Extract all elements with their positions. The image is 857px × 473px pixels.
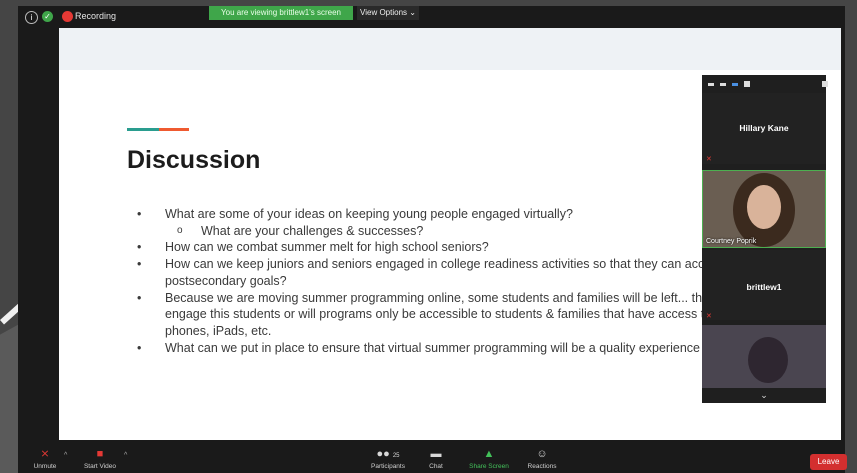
- share-screen-button[interactable]: ▲ Share Screen: [466, 448, 512, 470]
- meeting-controls: ⨯ Unmute ^ ■ Start Video ^ ●● 25 Partici…: [18, 446, 847, 473]
- muted-mic-icon: ✕: [706, 156, 712, 163]
- video-panel: Hillary Kane ✕ Courtney Poprik brittlew1…: [702, 75, 828, 403]
- shield-icon[interactable]: ✓: [42, 11, 53, 22]
- participant-face: [748, 337, 788, 383]
- participant-video-tile[interactable]: Courtney Poprik: [702, 170, 826, 248]
- mic-muted-icon: ⨯: [40, 448, 50, 460]
- participants-label: Participants: [371, 463, 405, 470]
- video-off-icon: ■: [96, 448, 104, 460]
- view-options-button[interactable]: View Options ⌄: [357, 6, 419, 20]
- slide-header-band: [59, 28, 841, 70]
- info-icon[interactable]: i: [25, 11, 38, 24]
- chat-button[interactable]: ▬ Chat: [424, 448, 448, 470]
- participants-button[interactable]: ●● 25 Participants: [366, 448, 410, 470]
- participant-tile[interactable]: Hillary Kane ✕: [702, 93, 826, 164]
- unmute-button[interactable]: ⨯ Unmute: [28, 448, 62, 470]
- share-screen-icon: ▲: [483, 448, 495, 460]
- chat-label: Chat: [429, 463, 443, 470]
- start-video-button[interactable]: ■ Start Video: [80, 448, 120, 470]
- reactions-icon: ☺: [536, 448, 548, 460]
- speaker-view-icon[interactable]: [720, 82, 726, 86]
- audio-options-caret-icon[interactable]: ^: [64, 452, 67, 459]
- chat-icon: ▬: [430, 448, 442, 460]
- title-accent-teal: [127, 128, 159, 131]
- reactions-label: Reactions: [527, 463, 557, 470]
- participant-video-label: Courtney Poprik: [706, 238, 757, 245]
- participants-count: 25: [392, 453, 400, 459]
- gallery-view-icon[interactable]: [744, 81, 750, 87]
- participant-video-tile[interactable]: [702, 325, 826, 388]
- chevron-down-icon[interactable]: ⌄: [702, 390, 826, 401]
- minimize-icon[interactable]: [708, 82, 714, 86]
- recording-icon: [62, 11, 73, 22]
- share-screen-label: Share Screen: [469, 463, 509, 470]
- meeting-topbar: i ✓ Recording You are viewing brittlew1'…: [18, 6, 845, 28]
- slide-title: Discussion: [127, 146, 261, 174]
- thumbnail-view-icon[interactable]: [732, 82, 738, 86]
- participant-tile[interactable]: brittlew1 ✕: [702, 250, 826, 320]
- participant-name: Hillary Kane: [739, 123, 789, 133]
- start-video-label: Start Video: [83, 463, 117, 470]
- recording-label: Recording: [75, 11, 117, 21]
- title-accent-orange: [159, 128, 189, 131]
- leave-button[interactable]: Leave: [810, 454, 847, 470]
- viewing-screen-banner: You are viewing brittlew1's screen: [209, 6, 353, 20]
- video-options-caret-icon[interactable]: ^: [124, 452, 127, 459]
- participants-icon: ●● 25: [376, 448, 400, 460]
- reactions-button[interactable]: ☺ Reactions: [524, 448, 560, 470]
- side-by-side-icon[interactable]: [822, 81, 828, 87]
- participant-name: brittlew1: [746, 282, 782, 292]
- participant-face: [747, 185, 781, 229]
- panel-toolbar: [702, 75, 832, 93]
- zoom-meeting-window: i ✓ Recording You are viewing brittlew1'…: [18, 6, 847, 473]
- unmute-label: Unmute: [33, 463, 57, 470]
- muted-mic-icon: ✕: [706, 313, 712, 320]
